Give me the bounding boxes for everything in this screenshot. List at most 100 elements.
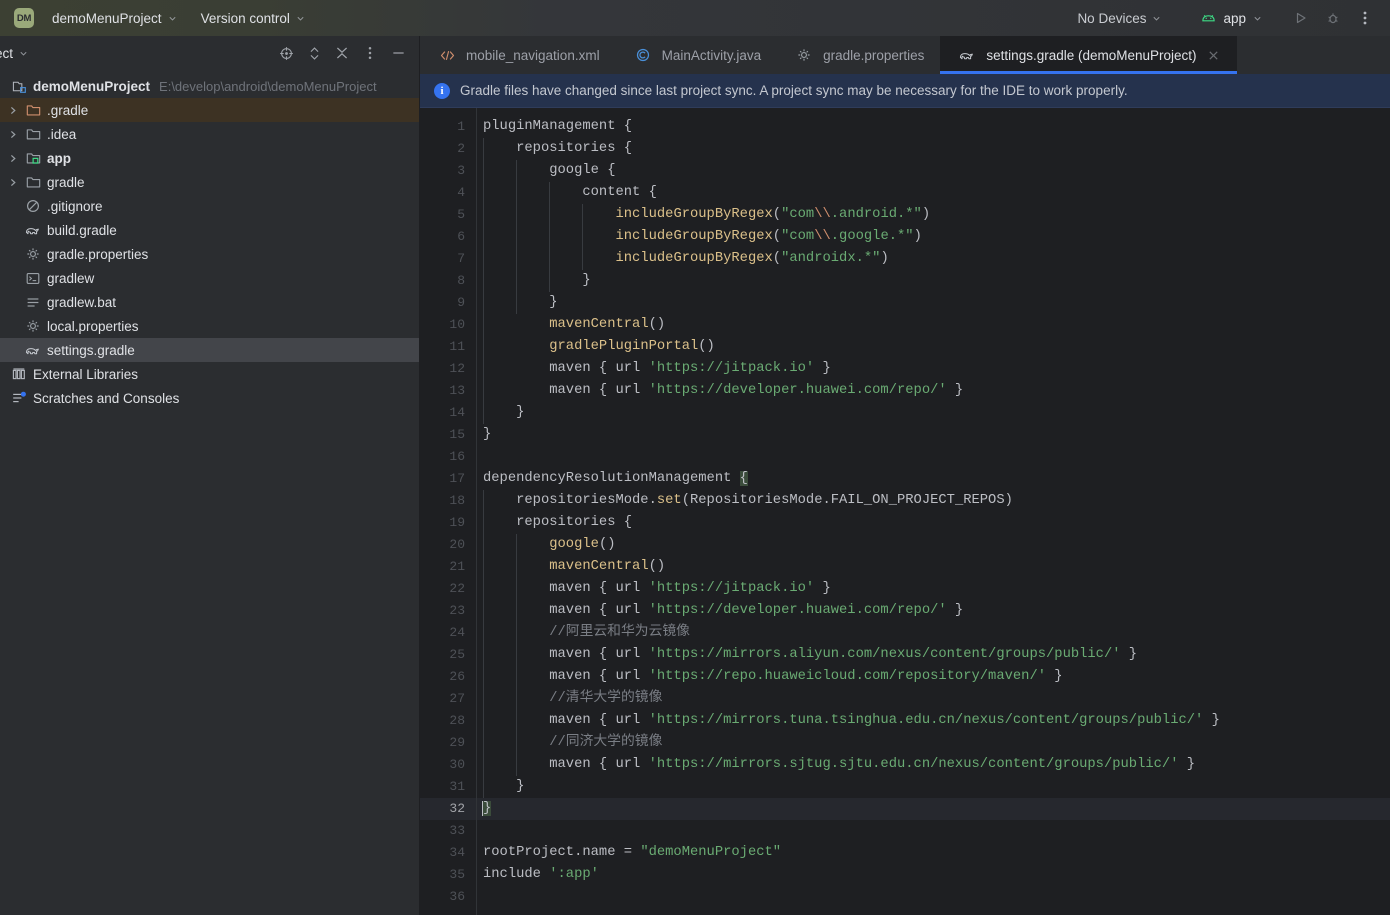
code-line[interactable]: maven { url 'https://repo.huaweicloud.co…	[477, 666, 1390, 688]
tree-item-scratches-and-consoles[interactable]: Scratches and Consoles	[0, 386, 419, 410]
code-line[interactable]: maven { url 'https://developer.huawei.co…	[477, 600, 1390, 622]
code-line[interactable]: maven { url 'https://mirrors.tuna.tsingh…	[477, 710, 1390, 732]
project-panel-title-group[interactable]: ject	[0, 46, 28, 61]
hide-panel-button[interactable]	[385, 40, 411, 66]
code-line[interactable]	[477, 886, 1390, 908]
code-line[interactable]: dependencyResolutionManagement {	[477, 468, 1390, 490]
tree-item-label: .gitignore	[47, 198, 103, 214]
code-line[interactable]: repositories {	[477, 138, 1390, 160]
code-line[interactable]: //清华大学的镜像	[477, 688, 1390, 710]
project-tree[interactable]: demoMenuProject E:\develop\android\demoMe…	[0, 70, 419, 915]
gradle-sync-notification-banner[interactable]: i Gradle files have changed since last p…	[420, 74, 1390, 108]
tree-item-settings-gradle[interactable]: settings.gradle	[0, 338, 419, 362]
code-token-def: )	[880, 251, 889, 266]
code-line[interactable]: }	[477, 776, 1390, 798]
code-line[interactable]: pluginManagement {	[477, 116, 1390, 138]
tree-item-label: Scratches and Consoles	[33, 390, 180, 406]
tree-item-external-libraries[interactable]: External Libraries	[0, 362, 419, 386]
run-button[interactable]	[1286, 5, 1316, 31]
code-token-def	[483, 251, 615, 266]
editor-tab-gradle[interactable]: gradle.properties	[777, 36, 940, 74]
code-line[interactable]: google()	[477, 534, 1390, 556]
code-line[interactable]: google {	[477, 160, 1390, 182]
code-token-def: )	[921, 207, 931, 222]
code-token-brace: {	[648, 185, 657, 200]
code-line[interactable]: maven { url 'https://mirrors.sjtug.sjtu.…	[477, 754, 1390, 776]
code-line[interactable]	[477, 446, 1390, 468]
close-icon[interactable]	[1207, 48, 1221, 62]
project-selector[interactable]: demoMenuProject	[44, 7, 185, 30]
code-token-def: }	[1120, 647, 1138, 662]
code-line[interactable]: includeGroupByRegex("androidx.*")	[477, 248, 1390, 270]
tree-item-gradlew[interactable]: gradlew	[0, 266, 419, 290]
tree-item-gradle[interactable]: gradle	[0, 170, 419, 194]
editor-tab-mainactivity[interactable]: MainActivity.java	[616, 36, 778, 74]
version-control-label: Version control	[200, 10, 290, 26]
tree-item-label: build.gradle	[47, 222, 117, 238]
collapse-all-button[interactable]	[329, 40, 355, 66]
tree-item-gradle-properties[interactable]: gradle.properties	[0, 242, 419, 266]
editor-tab-mobile_navigation[interactable]: mobile_navigation.xml	[420, 36, 616, 74]
tree-item-idea[interactable]: .idea	[0, 122, 419, 146]
select-opened-file-button[interactable]	[273, 40, 299, 66]
code-line[interactable]: maven { url 'https://developer.huawei.co…	[477, 380, 1390, 402]
more-actions-button[interactable]	[1350, 5, 1380, 31]
code-line[interactable]: }	[477, 798, 1390, 820]
tree-item-gradlew-bat[interactable]: gradlew.bat	[0, 290, 419, 314]
tree-item-gradle[interactable]: .gradle	[0, 98, 419, 122]
expand-collapse-button[interactable]	[301, 40, 327, 66]
code-line[interactable]: includeGroupByRegex("com\\.google.*")	[477, 226, 1390, 248]
code-token-esc: \\	[814, 207, 831, 222]
expand-arrow-icon[interactable]	[4, 98, 22, 122]
tree-item-label: local.properties	[47, 318, 139, 334]
expand-arrow-icon[interactable]	[4, 170, 22, 194]
tree-item-build-gradle[interactable]: build.gradle	[0, 218, 419, 242]
code-line[interactable]: content {	[477, 182, 1390, 204]
code-line[interactable]: maven { url 'https://mirrors.aliyun.com/…	[477, 644, 1390, 666]
code-line[interactable]: }	[477, 270, 1390, 292]
version-control-menu[interactable]: Version control	[193, 7, 313, 30]
run-configuration-selector[interactable]: app	[1193, 7, 1270, 30]
code-line[interactable]: mavenCentral()	[477, 556, 1390, 578]
code-line[interactable]: maven { url 'https://jitpack.io' }	[477, 358, 1390, 380]
code-line[interactable]: }	[477, 424, 1390, 446]
code-content[interactable]: pluginManagement { repositories { google…	[476, 108, 1390, 915]
tree-item-app[interactable]: app	[0, 146, 419, 170]
tree-item-label: gradle	[47, 174, 85, 190]
code-line[interactable]: include ':app'	[477, 864, 1390, 886]
code-line[interactable]: includeGroupByRegex("com\\.android.*")	[477, 204, 1390, 226]
project-icon	[8, 74, 30, 98]
code-line[interactable]: }	[477, 402, 1390, 424]
editor-tab-settings[interactable]: settings.gradle (demoMenuProject)	[940, 36, 1237, 74]
code-line[interactable]: //同济大学的镜像	[477, 732, 1390, 754]
gradle-icon	[22, 218, 44, 242]
line-number: 30	[449, 757, 465, 772]
code-token-str: "com	[781, 229, 815, 244]
code-line[interactable]: rootProject.name = "demoMenuProject"	[477, 842, 1390, 864]
code-line[interactable]: repositoriesMode.set(RepositoriesMode.FA…	[477, 490, 1390, 512]
code-line[interactable]: }	[477, 292, 1390, 314]
panel-options-button[interactable]	[357, 40, 383, 66]
tree-item-label: .gradle	[47, 102, 89, 118]
code-line[interactable]	[477, 820, 1390, 842]
code-line[interactable]: mavenCentral()	[477, 314, 1390, 336]
code-editor[interactable]: 1 2 3 4 5 6 7 8 9 10 11 12 13 14 15 16 17 18 19 20 21 22 23 24 2…	[420, 108, 1390, 915]
editor-tab-label: settings.gradle (demoMenuProject)	[986, 47, 1197, 63]
tree-item-gitignore[interactable]: .gitignore	[0, 194, 419, 218]
debug-button[interactable]	[1318, 5, 1348, 31]
code-line[interactable]: gradlePluginPortal()	[477, 336, 1390, 358]
line-number-gutter[interactable]: 1 2 3 4 5 6 7 8 9 10 11 12 13 14 15 16 17 18 19 20 21 22 23 24 2…	[420, 108, 476, 915]
code-token-str: ':app'	[549, 867, 599, 882]
line-number: 34	[449, 845, 465, 860]
code-token-def: ()	[648, 317, 666, 332]
tree-item-label: .idea	[47, 126, 77, 142]
code-line[interactable]: repositories {	[477, 512, 1390, 534]
expand-arrow-icon[interactable]	[4, 122, 22, 146]
tree-item-demomenuproject[interactable]: demoMenuProject E:\develop\android\demoMe…	[0, 74, 419, 98]
device-selector[interactable]: No Devices	[1069, 7, 1169, 30]
editor-tab-label: MainActivity.java	[661, 47, 762, 63]
code-line[interactable]: maven { url 'https://jitpack.io' }	[477, 578, 1390, 600]
expand-arrow-icon[interactable]	[4, 146, 22, 170]
tree-item-local-properties[interactable]: local.properties	[0, 314, 419, 338]
code-line[interactable]: //阿里云和华为云镜像	[477, 622, 1390, 644]
